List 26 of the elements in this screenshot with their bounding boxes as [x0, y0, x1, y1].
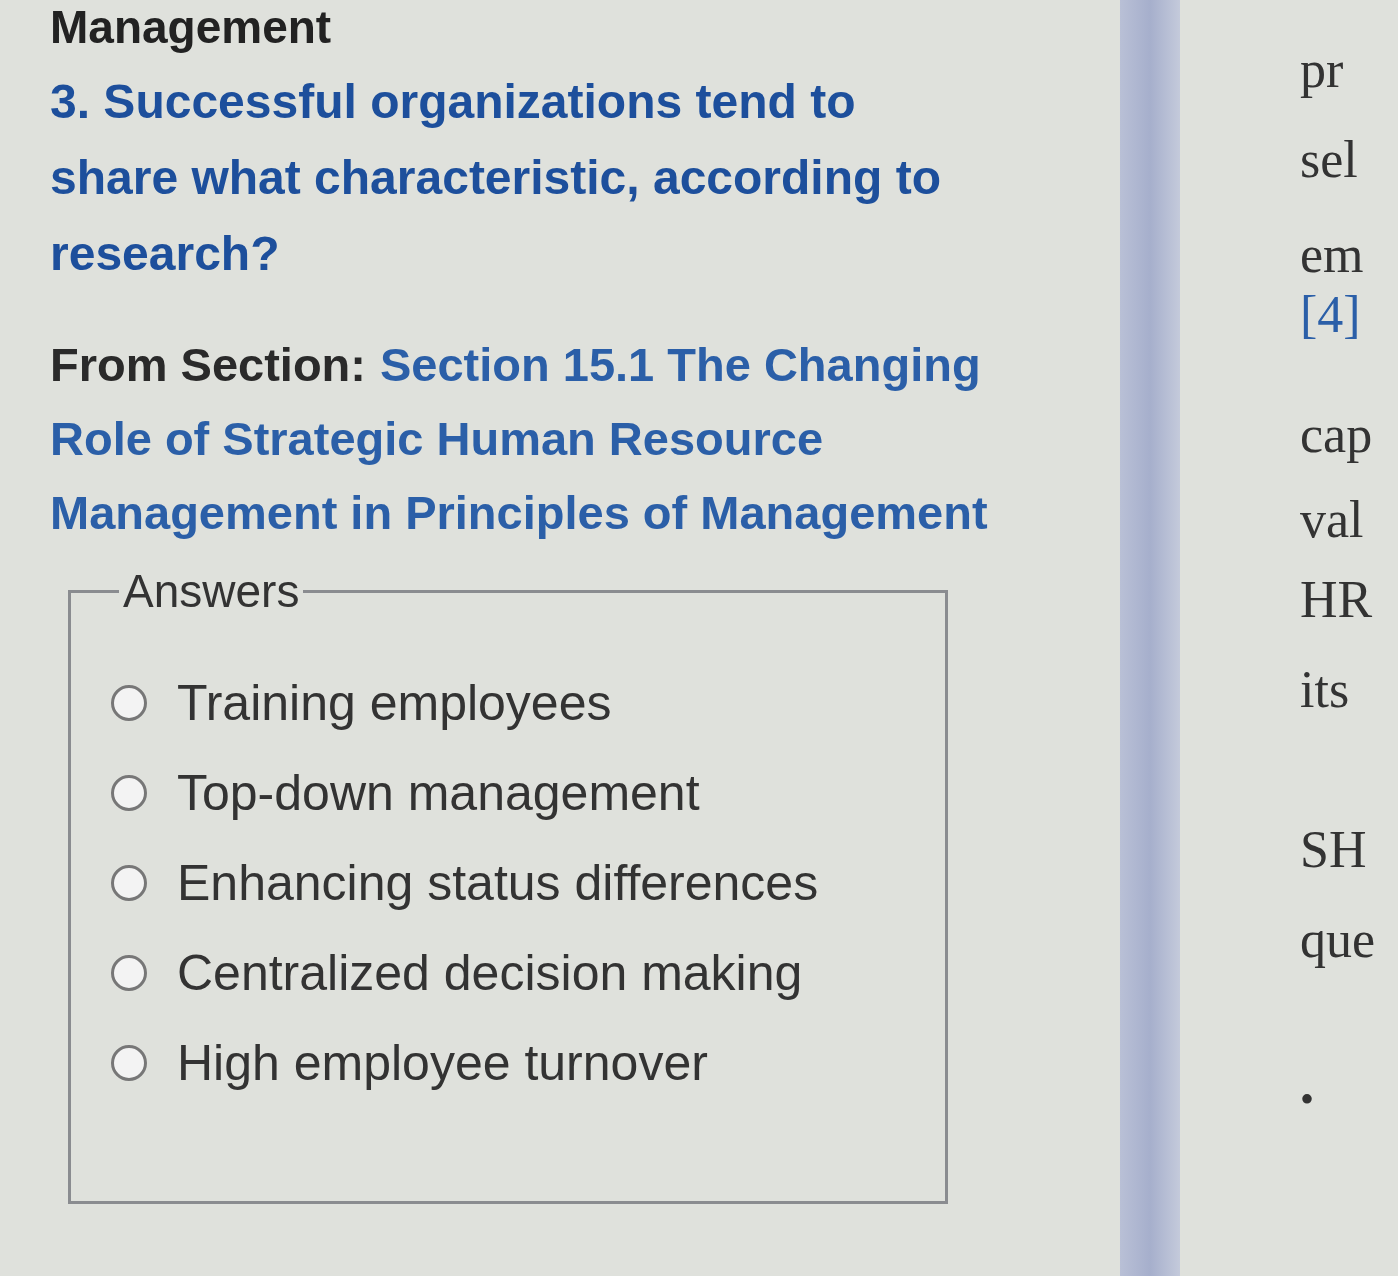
answer-option[interactable]: Training employees [177, 674, 612, 732]
radio-button[interactable] [111, 775, 147, 811]
article-text: HR [1300, 575, 1374, 625]
section-link[interactable]: Management in Principles of Management [50, 476, 988, 550]
section-link[interactable]: Section 15.1 The Changing [379, 328, 981, 402]
reference-link[interactable]: [4] [1300, 290, 1376, 340]
page-heading: Management [50, 0, 332, 54]
answer-option[interactable]: High employee turnover [177, 1034, 708, 1092]
radio-button[interactable] [111, 1045, 147, 1081]
article-text: its [1300, 665, 1351, 715]
question-text: 3. Successful organizations tend to share what characteristic, according to research? [50, 74, 942, 282]
bullet: • [1300, 1076, 1315, 1124]
article-text: val [1300, 495, 1365, 545]
source-label: From Section: [50, 337, 366, 393]
article-text: SH [1300, 825, 1368, 875]
scrollbar[interactable] [1120, 0, 1180, 1276]
answers-legend: Answers [119, 564, 304, 618]
radio-button[interactable] [111, 955, 147, 991]
radio-button[interactable] [111, 685, 147, 721]
radio-button[interactable] [111, 865, 147, 901]
answer-option[interactable]: Enhancing status differences [177, 854, 819, 912]
article-text: sel [1300, 135, 1359, 185]
section-link[interactable]: Role of Strategic Human Resource [50, 402, 824, 476]
answer-option[interactable]: Top-down management [177, 764, 700, 822]
article-text: em [1300, 230, 1365, 280]
answer-option[interactable]: Centralized decision making [177, 944, 803, 1002]
